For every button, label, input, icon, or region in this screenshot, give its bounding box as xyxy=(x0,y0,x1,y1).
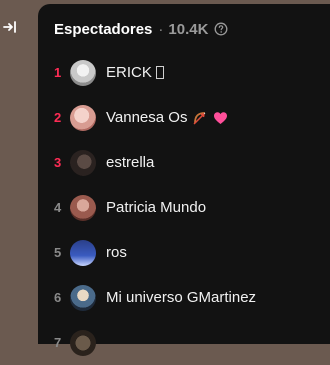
viewers-header: Espectadores · 10.4K xyxy=(54,18,330,40)
bow-and-arrow-icon xyxy=(192,110,208,126)
avatar[interactable] xyxy=(70,149,96,176)
question-circle-icon[interactable] xyxy=(214,22,228,36)
viewers-list: 1 ERICK 2 Vannesa Os 3 estrella 4 Patric… xyxy=(54,50,330,365)
title-separator: · xyxy=(158,20,164,38)
avatar[interactable] xyxy=(70,239,96,266)
viewer-row[interactable]: 7 xyxy=(54,320,330,365)
avatar[interactable] xyxy=(70,329,96,356)
avatar[interactable] xyxy=(70,284,96,311)
viewer-row[interactable]: 2 Vannesa Os xyxy=(54,95,330,140)
viewer-row[interactable]: 3 estrella xyxy=(54,140,330,185)
viewer-rank: 2 xyxy=(54,110,62,125)
viewer-rank: 4 xyxy=(54,200,62,215)
avatar[interactable] xyxy=(70,59,96,86)
unsupported-glyph-icon xyxy=(155,66,164,79)
viewer-rank: 1 xyxy=(54,65,62,80)
viewer-name: Patricia Mundo xyxy=(106,199,207,216)
panel-title: Espectadores xyxy=(54,20,153,38)
avatar[interactable] xyxy=(70,194,96,221)
viewer-name: ERICK xyxy=(106,64,152,81)
viewer-rank: 5 xyxy=(54,245,62,260)
viewer-row[interactable]: 4 Patricia Mundo xyxy=(54,185,330,230)
viewer-name: ros xyxy=(106,244,127,261)
viewer-rank: 7 xyxy=(54,335,62,350)
viewer-rank: 3 xyxy=(54,155,62,170)
viewer-count: 10.4K xyxy=(168,20,209,38)
avatar[interactable] xyxy=(70,104,96,131)
viewer-row[interactable]: 1 ERICK xyxy=(54,50,330,95)
arrow-right-to-line-icon xyxy=(3,21,16,33)
viewer-name: estrella xyxy=(106,154,155,171)
viewer-row[interactable]: 5 ros xyxy=(54,230,330,275)
collapse-panel-button[interactable] xyxy=(0,14,20,40)
viewer-row[interactable]: 6 Mi universo GMartinez xyxy=(54,275,330,320)
viewer-rank: 6 xyxy=(54,290,62,305)
viewer-name: Mi universo GMartinez xyxy=(106,289,257,306)
viewer-name: Vannesa Os xyxy=(106,109,188,126)
viewers-panel: Espectadores · 10.4K 1 ERICK 2 Vannesa O… xyxy=(38,4,330,356)
pink-heart-icon xyxy=(213,111,228,125)
